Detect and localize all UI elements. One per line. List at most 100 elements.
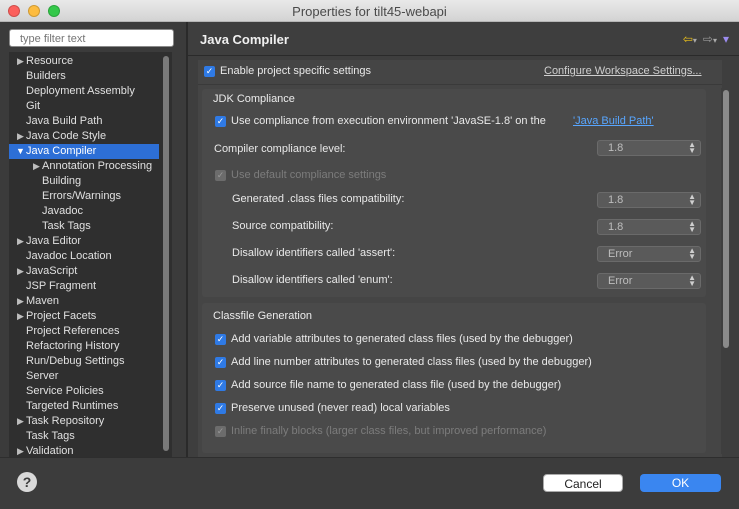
tree-item-resource[interactable]: ▶ Resource [9,54,159,69]
expand-arrow-icon[interactable]: ▶ [17,129,24,144]
tree-item-git[interactable]: Git [9,99,159,114]
java-build-path-link[interactable]: 'Java Build Path' [573,115,654,127]
tree-item-label: Javadoc [42,205,83,217]
collapse-arrow-icon[interactable]: ▼ [16,144,25,159]
tree-item-java-code-style[interactable]: ▶ Java Code Style [9,129,159,144]
enable-project-settings-checkbox[interactable]: ✓ [204,66,215,77]
line-number-attributes-label: Add line number attributes to generated … [231,356,592,368]
tree-item-label: Task Tags [42,220,91,232]
filter-input[interactable] [9,29,174,47]
tree-item-jsp-fragment[interactable]: JSP Fragment [9,279,159,294]
tree-item-label: Javadoc Location [26,250,112,262]
tree-item-javascript[interactable]: ▶ JavaScript [9,264,159,279]
cancel-button[interactable]: Cancel [543,474,623,492]
tree-item-label: Java Code Style [26,130,107,142]
tree-item-targeted-runtimes[interactable]: Targeted Runtimes [9,399,159,414]
tree-item-label: Java Editor [26,235,82,247]
help-icon[interactable]: ? [17,472,37,492]
tree-item-java-editor[interactable]: ▶ Java Editor [9,234,159,249]
compliance-level-select[interactable]: 1.8 ▲ ▼ [597,140,701,156]
content-scrollbar[interactable] [721,88,730,454]
classfile-generation-group: Classfile Generation ✓ Add variable attr… [202,303,706,453]
tree-item-label: Run/Debug Settings [26,355,125,367]
ok-button[interactable]: OK [640,474,721,492]
tree-item-builders[interactable]: Builders [9,69,159,84]
use-ee-compliance-checkbox[interactable]: ✓ [215,116,226,127]
properties-dialog: Properties for tilt45-webapi ▶Resource B… [0,0,739,509]
tree-item-label: Task Tags [26,430,75,442]
tree-item-task-repository[interactable]: ▶ Task Repository [9,414,159,429]
tree-item-building[interactable]: Building [9,174,159,189]
inline-finally-label: Inline finally blocks (larger class file… [231,425,547,437]
back-arrow-icon[interactable]: ⇦ [683,32,693,46]
view-menu-icon[interactable]: ▾ [723,32,729,46]
tree-item-run-debug-settings[interactable]: Run/Debug Settings [9,354,159,369]
tree-item-label: JSP Fragment [26,280,97,292]
use-default-compliance-checkbox[interactable]: ✓ [215,170,226,181]
inline-finally-checkbox[interactable]: ✓ [215,426,226,437]
expand-arrow-icon[interactable]: ▶ [17,414,24,429]
disallow-enum-select[interactable]: Error ▲ ▼ [597,273,701,289]
expand-arrow-icon[interactable]: ▶ [17,234,24,249]
expand-arrow-icon[interactable]: ▶ [17,309,24,324]
use-ee-compliance-label: Use compliance from execution environmen… [231,115,546,127]
expand-arrow-icon[interactable]: ▶ [17,264,24,279]
generated-class-compat-select[interactable]: 1.8 ▲ ▼ [597,192,701,208]
tree-item-service-policies[interactable]: Service Policies [9,384,159,399]
variable-attributes-label: Add variable attributes to generated cla… [231,333,573,345]
tree-item-task-tags[interactable]: Task Tags [9,219,159,234]
preserve-unused-checkbox[interactable]: ✓ [215,403,226,414]
tree-item-label: Deployment Assembly [26,85,135,97]
tree-scroll-thumb[interactable] [163,56,169,451]
tree-item-project-facets[interactable]: ▶ Project Facets [9,309,159,324]
compliance-level-label: Compiler compliance level: [214,143,346,155]
tree-item-label: Task Repository [26,415,105,427]
expand-arrow-icon[interactable]: ▶ [17,444,24,457]
tree-item-java-compiler[interactable]: ▼ Java Compiler [9,144,159,159]
tree-item-annotation-processing[interactable]: ▶ Annotation Processing [9,159,159,174]
tree-item-deployment-assembly[interactable]: Deployment Assembly [9,84,159,99]
source-compat-select[interactable]: 1.8 ▲ ▼ [597,219,701,235]
tree-item-maven[interactable]: ▶ Maven [9,294,159,309]
forward-arrow-icon[interactable]: ⇨ [703,32,713,46]
generated-class-compat-value: 1.8 [608,194,624,206]
page-title: Java Compiler [200,32,289,47]
preserve-unused-label: Preserve unused (never read) local varia… [231,402,450,414]
tree-item-project-references[interactable]: Project References [9,324,159,339]
page-navigation: ⇦▾ ⇨▾ ▾ [683,32,729,46]
source-compat-label: Source compatibility: [232,220,334,232]
source-file-name-checkbox[interactable]: ✓ [215,380,226,391]
generated-class-compat-label: Generated .class files compatibility: [232,193,405,205]
content-scroll-thumb[interactable] [723,90,729,348]
select-chevrons-icon: ▲ ▼ [688,219,696,234]
disallow-assert-select[interactable]: Error ▲ ▼ [597,246,701,262]
tree-item-javadoc[interactable]: Javadoc [9,204,159,219]
settings-content: ✓ Enable project specific settings Confi… [198,60,722,457]
tree-item-task-tags-project[interactable]: Task Tags [9,429,159,444]
settings-pane: Java Compiler ⇦▾ ⇨▾ ▾ ✓ Enable project spe… [188,22,739,457]
select-chevrons-icon: ▲ ▼ [688,246,696,261]
tree-item-validation[interactable]: ▶ Validation [9,444,159,457]
tree-item-javadoc-location[interactable]: Javadoc Location [9,249,159,264]
use-default-compliance-label: Use default compliance settings [231,169,387,181]
forward-menu-icon[interactable]: ▾ [713,36,717,45]
tree-item-label: Git [26,100,41,112]
tree-item-java-build-path[interactable]: Java Build Path [9,114,159,129]
disallow-assert-label: Disallow identifiers called 'assert': [232,247,396,259]
expand-arrow-icon[interactable]: ▶ [17,294,24,309]
back-menu-icon[interactable]: ▾ [693,36,697,45]
compliance-level-value: 1.8 [608,142,624,154]
tree-item-label: Resource [26,55,74,67]
tree-item-server[interactable]: Server [9,369,159,384]
expand-arrow-icon[interactable]: ▶ [17,54,24,69]
tree-item-refactoring-history[interactable]: Refactoring History [9,339,159,354]
property-tree: ▶ Resource Builders Deployment Assembly G… [9,52,172,457]
line-number-attributes-checkbox[interactable]: ✓ [215,357,226,368]
tree-item-errors-warnings[interactable]: Errors/Warnings [9,189,159,204]
tree-item-label: Targeted Runtimes [26,400,119,412]
configure-workspace-link[interactable]: Configure Workspace Settings... [544,65,702,77]
tree-scrollbar[interactable] [163,54,171,455]
tree-item-label: Java Build Path [26,115,103,127]
variable-attributes-checkbox[interactable]: ✓ [215,334,226,345]
expand-arrow-icon[interactable]: ▶ [33,159,40,174]
